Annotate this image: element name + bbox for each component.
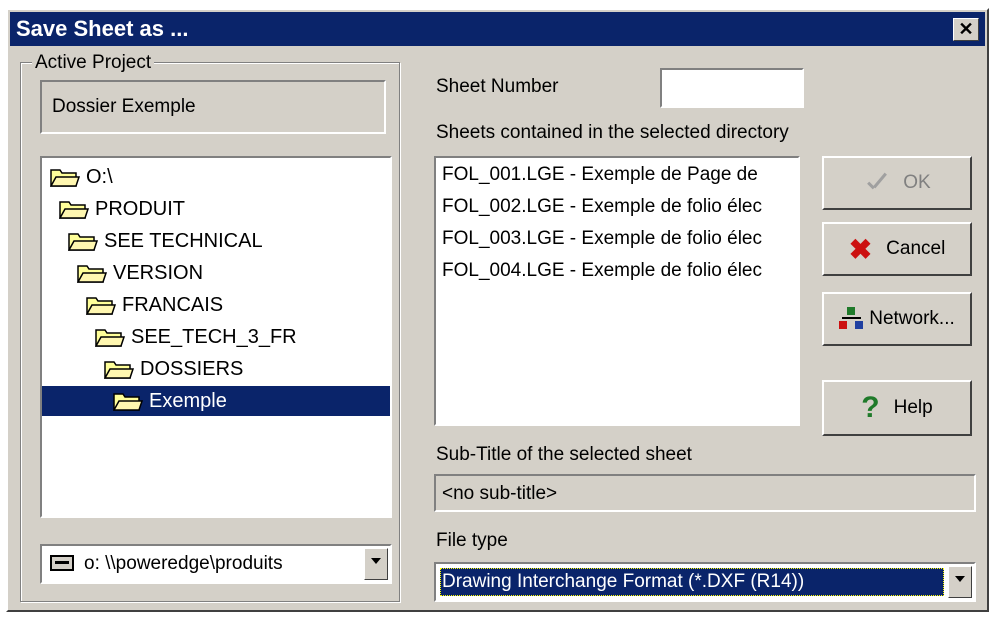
tree-item[interactable]: SEE_TECH_3_FR <box>94 322 297 352</box>
folder-open-icon <box>76 262 108 284</box>
chevron-down-icon[interactable] <box>948 566 972 598</box>
sheet-list-item[interactable]: FOL_001.LGE - Exemple de Page de <box>442 164 758 186</box>
folder-open-icon <box>85 294 117 316</box>
active-project-name: Dossier Exemple <box>52 96 196 117</box>
folder-open-icon <box>67 230 99 252</box>
cancel-x-icon: ✖ <box>848 233 873 265</box>
folder-open-icon <box>103 358 135 380</box>
sheets-list-label: Sheets contained in the selected directo… <box>436 122 789 143</box>
tree-item[interactable]: DOSSIERS <box>103 354 244 384</box>
tree-item[interactable]: Exemple <box>42 386 390 416</box>
tree-item-label: VERSION <box>113 261 204 284</box>
tree-item[interactable]: FRANCAIS <box>85 290 224 320</box>
chevron-down-icon[interactable] <box>364 548 388 580</box>
tree-item-label: O:\ <box>86 165 113 188</box>
folder-open-icon <box>49 166 81 188</box>
help-button[interactable]: ? Help <box>822 380 972 436</box>
subtitle-label: Sub-Title of the selected sheet <box>436 444 692 465</box>
help-icon: ? <box>861 391 880 424</box>
tree-item[interactable]: SEE TECHNICAL <box>67 226 263 256</box>
tree-item-label: Exemple <box>149 389 227 412</box>
sheet-list-item[interactable]: FOL_004.LGE - Exemple de folio élec <box>442 260 762 282</box>
sheets-list[interactable]: FOL_001.LGE - Exemple de Page de FOL_002.… <box>434 156 800 426</box>
drive-value: o: \\poweredge\produits <box>84 553 283 574</box>
tree-item-label: FRANCAIS <box>122 293 224 316</box>
tree-item[interactable]: PRODUIT <box>58 194 185 224</box>
cancel-label: Cancel <box>886 238 946 259</box>
subtitle-value: <no sub-title> <box>442 483 558 504</box>
ok-label: OK <box>903 172 931 193</box>
cancel-button[interactable]: ✖ Cancel <box>822 222 972 276</box>
tree-item-label: SEE_TECH_3_FR <box>131 325 297 348</box>
dialog-title: Save Sheet as ... <box>16 16 189 41</box>
subtitle-field: <no sub-title> <box>434 474 976 512</box>
file-type-value: Drawing Interchange Format (*.DXF (R14)) <box>442 571 805 592</box>
active-project-label: Active Project <box>32 52 155 74</box>
file-type-label: File type <box>436 530 508 551</box>
network-label: Network... <box>869 308 955 329</box>
folder-open-icon <box>58 198 90 220</box>
network-icon <box>839 307 864 331</box>
directory-tree[interactable]: O:\ PRODUIT SEE TECHNICAL VERSION FRANCAIS SE… <box>40 156 392 518</box>
active-project-box: Dossier Exemple <box>40 80 386 134</box>
network-drive-icon <box>50 555 74 571</box>
title-bar[interactable]: Save Sheet as ... ✕ <box>10 12 985 46</box>
file-type-select[interactable]: Drawing Interchange Format (*.DXF (R14)) <box>434 562 976 602</box>
sheet-list-item[interactable]: FOL_003.LGE - Exemple de folio élec <box>442 228 762 250</box>
close-button[interactable]: ✕ <box>953 18 979 41</box>
close-icon: ✕ <box>958 19 974 39</box>
folder-open-icon <box>112 390 144 412</box>
drive-select[interactable]: o: \\poweredge\produits <box>40 544 392 584</box>
tree-item-label: SEE TECHNICAL <box>104 229 263 252</box>
sheet-number-input[interactable] <box>660 68 804 108</box>
tree-item[interactable]: VERSION <box>76 258 204 288</box>
check-icon <box>863 170 889 196</box>
tree-item[interactable]: O:\ <box>49 162 113 192</box>
folder-open-icon <box>94 326 126 348</box>
network-button[interactable]: Network... <box>822 292 972 346</box>
help-label: Help <box>893 397 933 418</box>
sheet-number-label: Sheet Number <box>436 76 559 97</box>
ok-button[interactable]: OK <box>822 156 972 210</box>
sheet-list-item[interactable]: FOL_002.LGE - Exemple de folio élec <box>442 196 762 218</box>
tree-item-label: PRODUIT <box>95 197 185 220</box>
tree-item-label: DOSSIERS <box>140 357 244 380</box>
